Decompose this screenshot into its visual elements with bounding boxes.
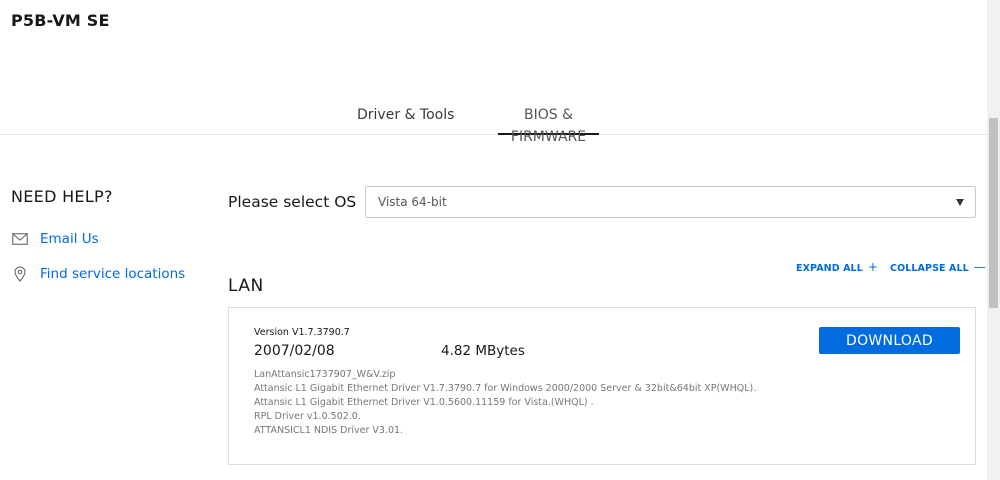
driver-description-line: Attansic L1 Gigabit Ethernet Driver V1.7… [254, 383, 757, 394]
os-select-label: Please select OS [228, 193, 357, 211]
driver-date: 2007/02/08 [254, 343, 335, 359]
driver-size: 4.82 MBytes [441, 343, 525, 359]
plus-icon: + [867, 260, 879, 274]
driver-description-line: LanAttansic1737907_W&V.zip [254, 369, 396, 380]
product-title: P5B-VM SE [11, 11, 110, 30]
os-select-dropdown[interactable]: Vista 64-bit [365, 186, 976, 218]
dropdown-caret-icon [956, 199, 964, 206]
email-us-link[interactable]: Email Us [11, 231, 99, 247]
driver-version: Version V1.7.3790.7 [254, 327, 350, 338]
driver-description-line: RPL Driver v1.0.502.0. [254, 411, 361, 422]
minus-icon: — [973, 260, 986, 274]
location-pin-icon [11, 266, 29, 282]
driver-card: Version V1.7.3790.7 2007/02/08 4.82 MByt… [228, 307, 976, 465]
scrollbar-thumb[interactable] [989, 118, 998, 308]
driver-description-line: ATTANSICL1 NDIS Driver V3.01. [254, 425, 404, 436]
download-button[interactable]: DOWNLOAD [819, 327, 960, 354]
expand-all-button[interactable]: EXPAND ALL + [796, 260, 878, 274]
find-service-locations-link[interactable]: Find service locations [11, 266, 185, 282]
collapse-all-button[interactable]: COLLAPSE ALL — [890, 260, 986, 274]
tab-bar: Driver & Tools BIOS & FIRMWARE [0, 104, 987, 145]
tab-driver-tools[interactable]: Driver & Tools [357, 104, 454, 135]
help-title: NEED HELP? [11, 187, 113, 206]
section-title-lan: LAN [228, 276, 264, 296]
collapse-all-label: COLLAPSE ALL [890, 263, 969, 274]
driver-description: LanAttansic1737907_W&V.zip Attansic L1 G… [254, 368, 814, 438]
email-us-label: Email Us [40, 231, 99, 247]
page-scrollbar[interactable] [987, 0, 1000, 480]
os-select-value: Vista 64-bit [378, 195, 447, 209]
expand-all-label: EXPAND ALL [796, 263, 863, 274]
tab-bios-firmware[interactable]: BIOS & FIRMWARE [498, 104, 599, 145]
mail-icon [11, 231, 29, 247]
driver-description-line: Attansic L1 Gigabit Ethernet Driver V1.0… [254, 397, 594, 408]
find-service-locations-label: Find service locations [40, 266, 186, 282]
